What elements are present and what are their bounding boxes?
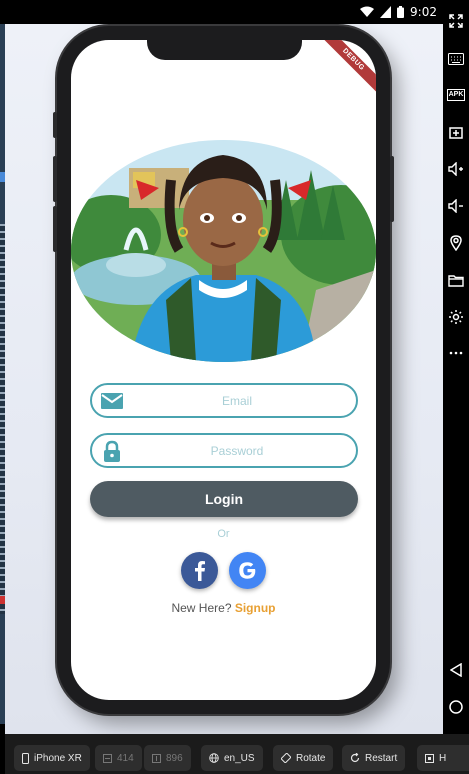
restart-button[interactable]: Restart <box>342 745 406 771</box>
device-height-value: 896 <box>166 752 183 764</box>
location-icon[interactable] <box>445 232 467 254</box>
or-divider-label: Or <box>217 528 230 540</box>
rotate-label: Rotate <box>296 752 326 764</box>
rotate-icon <box>281 753 291 763</box>
device-width-value: 414 <box>117 752 134 764</box>
settings-icon[interactable] <box>445 306 467 328</box>
power-hardware-button <box>390 156 394 222</box>
new-here-label: New Here? <box>171 601 232 615</box>
keyboard-icon[interactable] <box>445 48 467 70</box>
signup-link[interactable]: Signup <box>235 601 276 615</box>
volume-down-hardware-button <box>53 206 57 252</box>
volume-up-hardware-button <box>53 156 57 202</box>
home-square-icon <box>425 753 434 763</box>
height-icon <box>152 753 161 763</box>
mail-icon <box>100 389 124 413</box>
app-screen: DEBUG Email Login Or New Here? Signup <box>71 40 376 700</box>
home-screen-label: H <box>439 752 447 764</box>
restart-icon <box>350 753 360 763</box>
locale-label: en_US <box>224 752 255 764</box>
globe-icon <box>209 753 219 763</box>
signal-icon <box>380 6 392 18</box>
password-field[interactable] <box>90 433 358 468</box>
device-selector[interactable]: iPhone XR <box>14 745 90 771</box>
android-status-bar: 9:02 <box>0 0 443 24</box>
home-screen-button[interactable]: H <box>417 745 469 771</box>
device-width-field: 414 <box>95 745 142 771</box>
apk-label: APK <box>446 89 466 101</box>
screenshot-icon[interactable] <box>445 121 467 143</box>
folder-icon[interactable] <box>445 269 467 291</box>
back-icon[interactable] <box>445 659 467 681</box>
login-button[interactable]: Login <box>90 481 358 517</box>
lock-icon <box>100 439 124 463</box>
password-input[interactable] <box>128 439 346 463</box>
phone-notch <box>147 40 302 60</box>
signup-prompt: New Here? Signup <box>71 601 376 615</box>
volume-up-icon[interactable] <box>445 158 467 180</box>
facebook-login-button[interactable] <box>181 552 218 589</box>
emulator-side-toolbar: APK <box>443 0 469 774</box>
device-label: iPhone XR <box>34 752 82 764</box>
phone-icon <box>22 752 29 764</box>
home-icon[interactable] <box>445 696 467 718</box>
hero-illustration <box>71 140 376 362</box>
email-field[interactable] <box>90 383 358 418</box>
email-input[interactable] <box>128 389 346 413</box>
restart-label: Restart <box>365 752 398 764</box>
rotate-button[interactable]: Rotate <box>273 745 334 771</box>
locale-selector[interactable]: en_US <box>201 745 263 771</box>
fullscreen-icon[interactable] <box>445 10 467 32</box>
battery-icon <box>397 6 405 18</box>
status-time: 9:02 <box>410 5 437 19</box>
width-icon <box>103 753 112 763</box>
device-height-field: 896 <box>144 745 191 771</box>
apk-icon[interactable]: APK <box>445 84 467 106</box>
wifi-icon <box>360 6 375 18</box>
mute-switch <box>53 112 57 138</box>
more-icon[interactable] <box>445 342 467 364</box>
emulator-bottom-toolbar: iPhone XR 414 896 en_US Rotate Restart H <box>5 734 469 774</box>
volume-down-icon[interactable] <box>445 195 467 217</box>
google-login-button[interactable] <box>229 552 266 589</box>
